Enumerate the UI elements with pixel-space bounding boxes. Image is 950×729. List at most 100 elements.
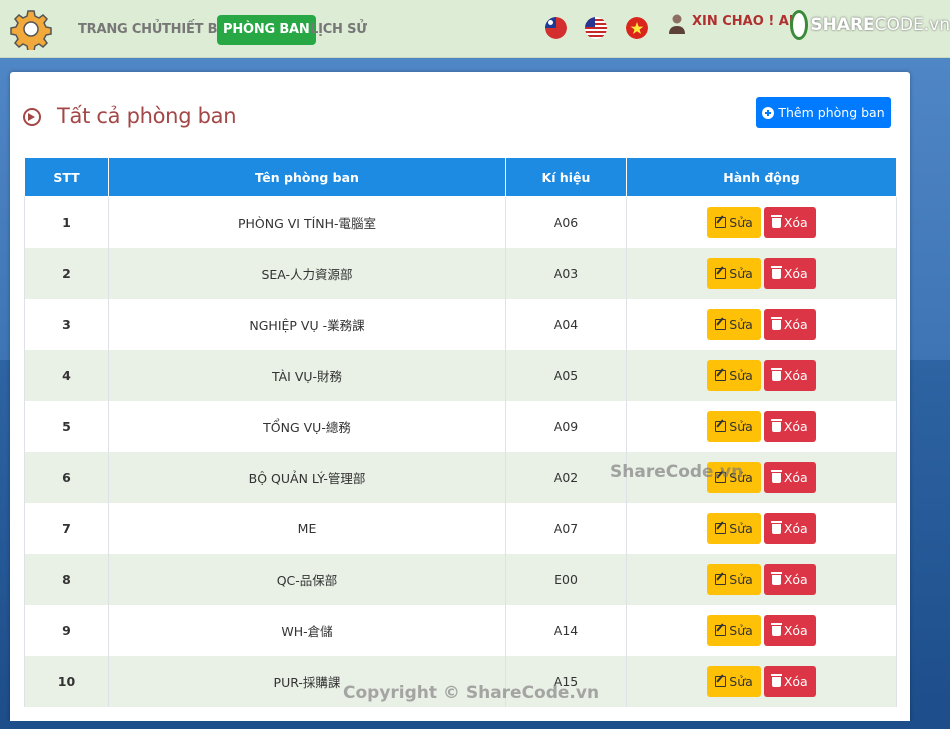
table-row: 2 SEA-人力資源部 A03 Sửa Xóa: [24, 247, 897, 299]
cell-name: BỘ QUẢN LÝ-管理部: [108, 451, 506, 503]
navbar: TRANG CHỦ THIẾT BỊ PHÒNG BAN LỊCH SỬ XIN…: [0, 0, 950, 58]
delete-label: Xóa: [783, 214, 808, 230]
delete-label: Xóa: [783, 265, 808, 281]
delete-label: Xóa: [783, 622, 808, 638]
cell-name: ME: [108, 502, 506, 554]
cell-actions: Sửa Xóa: [626, 247, 897, 299]
delete-label: Xóa: [783, 418, 808, 434]
trash-icon: [770, 673, 782, 687]
cell-name: SEA-人力資源部: [108, 247, 506, 299]
nav-item-history[interactable]: LỊCH SỬ: [304, 15, 373, 45]
header-stt: STT: [24, 157, 109, 197]
cell-stt: 9: [24, 604, 109, 656]
logo-brand: SHARE: [810, 15, 875, 35]
cell-actions: Sửa Xóa: [626, 655, 897, 707]
trash-icon: [770, 520, 782, 534]
edit-icon: [715, 216, 727, 228]
delete-button[interactable]: Xóa: [763, 563, 816, 595]
edit-button[interactable]: Sửa: [707, 563, 761, 595]
edit-label: Sửa: [729, 622, 753, 638]
edit-button[interactable]: Sửa: [707, 359, 761, 391]
edit-icon: [715, 573, 727, 585]
trash-icon: [770, 571, 782, 585]
cell-actions: Sửa Xóa: [626, 604, 897, 656]
edit-button[interactable]: Sửa: [707, 257, 761, 289]
trash-icon: [770, 265, 782, 279]
cell-name: NGHIỆP VỤ -業務課: [108, 298, 506, 350]
watermark: ShareCode.vn: [610, 462, 744, 482]
cell-name: QC-品保部: [108, 553, 506, 605]
edit-label: Sửa: [729, 316, 753, 332]
trash-icon: [770, 622, 782, 636]
delete-button[interactable]: Xóa: [763, 665, 816, 697]
delete-button[interactable]: Xóa: [763, 410, 816, 442]
edit-button[interactable]: Sửa: [707, 308, 761, 340]
delete-button[interactable]: Xóa: [763, 359, 816, 391]
cell-stt: 8: [24, 553, 109, 605]
nav-item-departments[interactable]: PHÒNG BAN: [217, 15, 316, 45]
edit-icon: [715, 318, 727, 330]
table-row: 8 QC-品保部 E00 Sửa Xóa: [24, 553, 897, 605]
add-department-button[interactable]: Thêm phòng ban: [756, 97, 891, 128]
cell-actions: Sửa Xóa: [626, 553, 897, 605]
table-row: 4 TÀI VỤ-財務 A05 Sửa Xóa: [24, 349, 897, 401]
edit-icon: [715, 420, 727, 432]
cell-actions: Sửa Xóa: [626, 502, 897, 554]
copyright-watermark: Copyright © ShareCode.vn: [343, 683, 600, 703]
delete-button[interactable]: Xóa: [763, 512, 816, 544]
page-title: Tất cả phòng ban: [57, 104, 237, 128]
edit-button[interactable]: Sửa: [707, 206, 761, 238]
cell-stt: 5: [24, 400, 109, 452]
table-row: 6 BỘ QUẢN LÝ-管理部 A02 Sửa Xóa: [24, 451, 897, 503]
edit-label: Sửa: [729, 571, 753, 587]
edit-label: Sửa: [729, 265, 753, 281]
arrow-circle-right-icon: [23, 108, 41, 126]
cell-code: E00: [505, 553, 627, 605]
add-department-label: Thêm phòng ban: [778, 105, 885, 120]
edit-button[interactable]: Sửa: [707, 614, 761, 646]
cell-actions: Sửa Xóa: [626, 298, 897, 350]
cell-name: WH-倉儲: [108, 604, 506, 656]
trash-icon: [770, 418, 782, 432]
delete-label: Xóa: [783, 316, 808, 332]
edit-button[interactable]: Sửa: [707, 665, 761, 697]
greeting-text[interactable]: XIN CHÀO ! ADM: [692, 14, 792, 29]
delete-button[interactable]: Xóa: [763, 614, 816, 646]
table-header-row: STT Tên phòng ban Kí hiệu Hành động: [24, 157, 897, 197]
trash-icon: [770, 316, 782, 330]
cell-actions: Sửa Xóa: [626, 349, 897, 401]
edit-label: Sửa: [729, 418, 753, 434]
delete-button[interactable]: Xóa: [763, 308, 816, 340]
edit-icon: [715, 624, 727, 636]
edit-icon: [715, 522, 727, 534]
edit-icon: [715, 675, 727, 687]
cell-stt: 6: [24, 451, 109, 503]
taiwan-flag-icon[interactable]: [545, 17, 567, 39]
cell-code: A04: [505, 298, 627, 350]
sharecode-logo: SHARECODE.vn: [790, 8, 950, 42]
table-row: 3 NGHIỆP VỤ -業務課 A04 Sửa Xóa: [24, 298, 897, 350]
table-row: 5 TỔNG VỤ-總務 A09 Sửa Xóa: [24, 400, 897, 452]
nav-item-home[interactable]: TRANG CHỦ: [72, 15, 168, 45]
usa-flag-icon[interactable]: [585, 17, 607, 39]
edit-button[interactable]: Sửa: [707, 512, 761, 544]
cell-stt: 2: [24, 247, 109, 299]
edit-icon: [715, 369, 727, 381]
cell-stt: 4: [24, 349, 109, 401]
edit-label: Sửa: [729, 520, 753, 536]
cell-name: TÀI VỤ-財務: [108, 349, 506, 401]
edit-button[interactable]: Sửa: [707, 410, 761, 442]
table-row: 9 WH-倉儲 A14 Sửa Xóa: [24, 604, 897, 656]
cell-stt: 1: [24, 196, 109, 248]
gear-icon[interactable]: [10, 8, 52, 50]
departments-card: Tất cả phòng ban Thêm phòng ban STT Tên …: [10, 72, 910, 729]
logo-icon: [790, 10, 809, 40]
delete-button[interactable]: Xóa: [763, 257, 816, 289]
delete-label: Xóa: [783, 571, 808, 587]
delete-button[interactable]: Xóa: [763, 206, 816, 238]
delete-label: Xóa: [783, 520, 808, 536]
delete-button[interactable]: Xóa: [763, 461, 816, 493]
trash-icon: [770, 367, 782, 381]
vietnam-flag-icon[interactable]: [626, 17, 648, 39]
edit-label: Sửa: [729, 367, 753, 383]
